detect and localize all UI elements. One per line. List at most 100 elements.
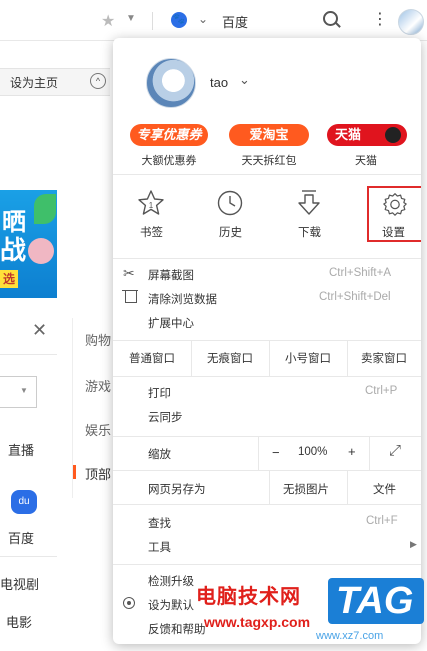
menu-item-screenshot[interactable]: ✂ 屏幕截图 Ctrl+Shift+A — [113, 264, 421, 286]
banner-leaf — [34, 194, 56, 224]
page-divider — [0, 354, 57, 355]
zoom-in-button[interactable]: + — [348, 444, 356, 459]
clear-data-label: 清除浏览数据 — [148, 294, 217, 306]
search-icon-handle — [335, 22, 341, 28]
promo-coupon-badge[interactable]: 专享优惠券 — [130, 124, 208, 146]
bookmarks-label: 书签 — [140, 227, 163, 239]
separator — [113, 258, 421, 259]
scissors-icon: ✂ — [123, 265, 135, 281]
screenshot-label: 屏幕截图 — [148, 270, 194, 282]
menu-item-clear-data[interactable]: 清除浏览数据 Ctrl+Shift+Del — [113, 288, 421, 310]
menu-item-tools[interactable]: 工具 ▶ — [113, 536, 421, 558]
seller-window-button[interactable]: 卖家窗口 — [347, 350, 421, 366]
separator — [347, 470, 348, 504]
category-entertainment[interactable]: 娱乐 — [85, 420, 111, 439]
more-menu-icon[interactable]: ⋮ — [372, 9, 388, 29]
movie-link[interactable]: 电影 — [6, 612, 32, 631]
save-as-label[interactable]: 网页另存为 — [148, 481, 206, 497]
avatar[interactable] — [398, 9, 424, 35]
zoom-label: 缩放 — [148, 449, 171, 461]
promo-tmall-label[interactable]: 天猫 — [326, 152, 406, 168]
normal-window-button[interactable]: 普通窗口 — [113, 350, 191, 366]
download-icon — [298, 190, 320, 215]
trash-icon — [125, 291, 137, 303]
set-home-link[interactable]: 设为主页 — [10, 74, 58, 91]
separator — [269, 470, 270, 504]
settings-label: 设置 — [382, 227, 405, 239]
lossless-image-button[interactable]: 无损图片 — [283, 481, 329, 497]
watermark-logo-text: TAG — [336, 580, 414, 622]
menu-item-print[interactable]: 打印 Ctrl+P — [113, 382, 421, 404]
bookmark-star-icon[interactable]: ★ — [101, 11, 115, 31]
profile-avatar[interactable] — [146, 58, 196, 108]
separator — [113, 376, 421, 377]
banner-fruit — [28, 238, 54, 264]
profile-username[interactable]: tao — [210, 75, 228, 90]
search-engine-label[interactable]: 百度 — [222, 12, 248, 31]
tv-link[interactable]: 电视剧 — [0, 574, 39, 593]
menu-item-sync[interactable]: 云同步 — [113, 406, 421, 428]
category-active-bar — [73, 465, 76, 479]
browser-main-menu: tao ⌄ 专享优惠券 大额优惠券 爱淘宝 天天拆红包 天猫 天猫 1 书签 历… — [113, 38, 421, 644]
file-button[interactable]: 文件 — [373, 481, 396, 497]
select-box[interactable]: ▼ — [0, 376, 37, 408]
separator — [113, 470, 421, 471]
profile-chevron-icon[interactable]: ⌄ — [239, 72, 250, 88]
menu-item-find[interactable]: 查找 Ctrl+F — [113, 512, 421, 534]
bookmarks-tool[interactable]: 1 书签 — [129, 184, 173, 242]
live-link[interactable]: 直播 — [8, 440, 34, 459]
divider — [152, 12, 153, 30]
banner-button[interactable]: 选 — [0, 270, 18, 288]
extensions-label: 扩展中心 — [148, 318, 194, 330]
zoom-out-button[interactable]: − — [272, 445, 280, 460]
downloads-tool[interactable]: 下载 — [287, 184, 331, 242]
category-panel: 购物 游戏 娱乐 顶部 — [72, 318, 117, 498]
promo-taobao-text: 爱淘宝 — [249, 127, 289, 142]
submenu-arrow-icon: ▶ — [410, 539, 417, 549]
category-games[interactable]: 游戏 — [85, 376, 111, 395]
promo-taobao-badge[interactable]: 爱淘宝 — [229, 124, 309, 146]
trash-lid — [122, 290, 138, 292]
promo-tmall-text: 天猫 — [335, 127, 362, 142]
print-label: 打印 — [148, 388, 171, 400]
select-chevron-icon: ▼ — [20, 386, 28, 395]
downloads-label: 下载 — [298, 227, 321, 239]
category-shopping[interactable]: 购物 — [85, 330, 111, 349]
print-shortcut: Ctrl+P — [365, 385, 398, 397]
baidu-paw-icon[interactable]: 🐾 — [171, 12, 187, 28]
find-label: 查找 — [148, 518, 171, 530]
watermark-url: www.tagxp.com — [204, 614, 311, 630]
promo-coupon-text: 专享优惠券 — [136, 127, 202, 142]
incognito-window-button[interactable]: 无痕窗口 — [191, 350, 269, 366]
promo-tmall-badge[interactable]: 天猫 — [327, 124, 407, 146]
clock-icon — [217, 190, 243, 216]
gear-icon — [383, 193, 407, 216]
banner-sub: 战 — [0, 235, 27, 265]
baidu-paw-large-icon[interactable]: du — [11, 490, 37, 514]
clear-data-shortcut: Ctrl+Shift+Del — [319, 291, 391, 303]
baidu-link[interactable]: 百度 — [8, 528, 34, 547]
close-icon[interactable]: ✕ — [32, 320, 47, 341]
collapse-icon[interactable]: ^ — [90, 73, 106, 89]
category-top[interactable]: 顶部 — [85, 464, 111, 483]
dropdown-chevron-icon[interactable]: ▼ — [126, 13, 136, 24]
alt-account-window-button[interactable]: 小号窗口 — [269, 350, 347, 366]
radio-dot — [127, 601, 131, 605]
screenshot-shortcut: Ctrl+Shift+A — [329, 267, 391, 279]
settings-tool[interactable]: 设置 — [367, 186, 421, 242]
promo-banner[interactable]: 晒 战 选 — [0, 190, 57, 298]
menu-item-extensions[interactable]: 扩展中心 — [113, 312, 421, 334]
promo-taobao-label[interactable]: 天天拆红包 — [229, 152, 309, 168]
watermark-site2: www.xz7.com — [316, 630, 384, 642]
engine-chevron-icon[interactable]: ⌄ — [198, 12, 208, 26]
promo-coupon-label[interactable]: 大额优惠券 — [129, 152, 209, 168]
sync-label: 云同步 — [148, 412, 183, 424]
fullscreen-icon[interactable]: ⤢ — [389, 442, 401, 459]
page-divider — [0, 556, 57, 557]
separator — [113, 564, 421, 565]
zoom-value: 100% — [298, 446, 328, 458]
watermark-title: 电脑技术网 — [196, 586, 301, 608]
history-tool[interactable]: 历史 — [208, 184, 252, 242]
separator — [113, 436, 421, 437]
history-label: 历史 — [219, 227, 242, 239]
